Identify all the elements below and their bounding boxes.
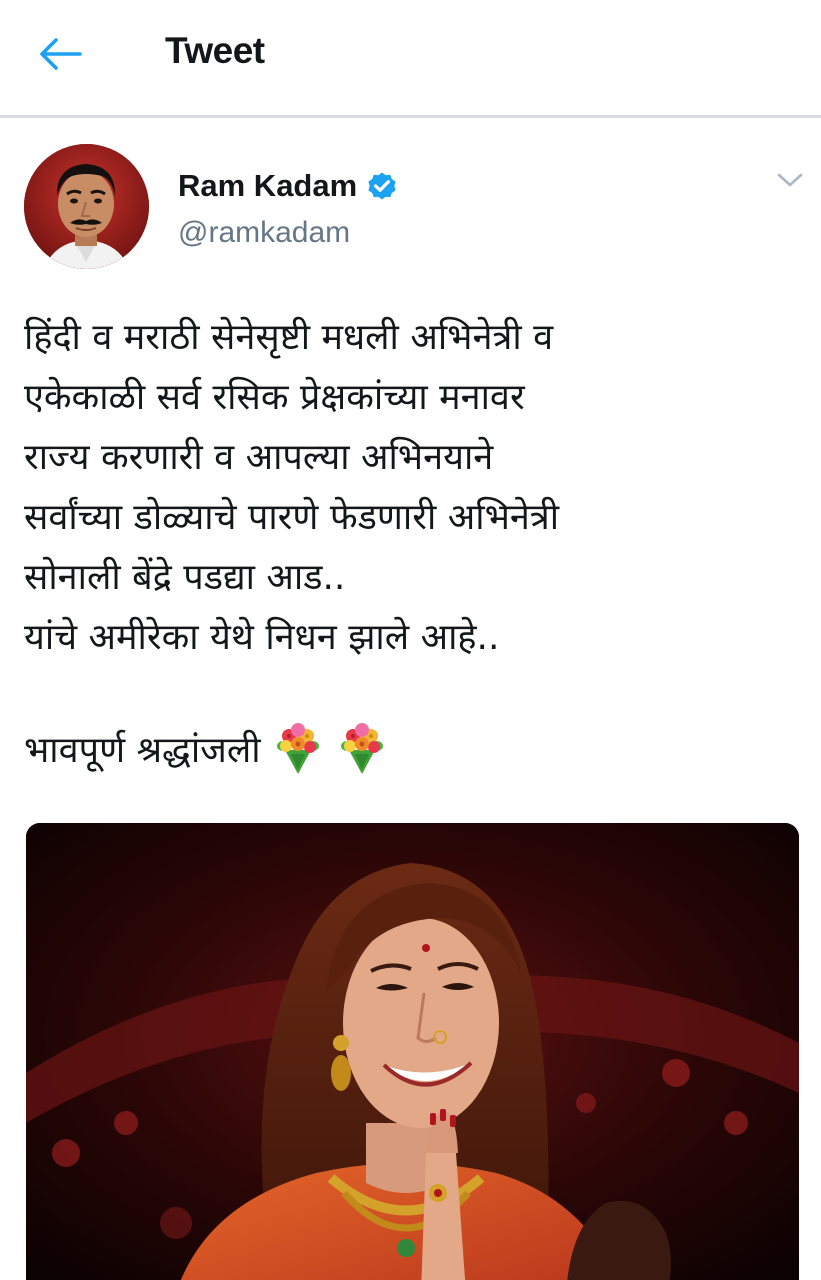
avatar[interactable] xyxy=(24,144,149,269)
tribute-text: भावपूर्ण श्रद्धांजली xyxy=(24,729,261,771)
author-handle[interactable]: @ramkadam xyxy=(178,216,350,250)
avatar-photo xyxy=(24,144,149,269)
tweet-menu-button[interactable] xyxy=(770,166,810,196)
woman-namaste-photo xyxy=(26,823,799,1280)
bouquet-icon xyxy=(340,723,383,774)
back-button[interactable] xyxy=(30,26,90,82)
tribute-line: भावपूर्ण श्रद्धांजली xyxy=(24,720,389,776)
tweet: Ram Kadam @ramkadam हिंदी व मराठी सेनेसृ… xyxy=(0,118,821,1280)
tweet-text-line: राज्य करणारी व आपल्या अभिनयाने xyxy=(24,437,494,478)
tweet-text-line: सोनाली बेंद्रे पडद्या आड.. xyxy=(24,557,346,598)
tweet-media-photo[interactable] xyxy=(26,823,799,1280)
tweet-body: हिंदी व मराठी सेनेसृष्टी मधली अभिनेत्री … xyxy=(24,308,804,668)
tweet-text-line: एकेकाळी सर्व रसिक प्रेक्षकांच्या मनावर xyxy=(24,377,525,418)
tweet-text-line: सर्वांच्या डोळ्याचे पारणे फेडणारी अभिनेत… xyxy=(24,497,560,538)
verified-badge-icon xyxy=(368,172,396,200)
tweet-text-line: यांचे अमीरेका येथे निधन झाले आहे.. xyxy=(24,617,500,658)
chevron-down-icon xyxy=(777,173,803,187)
top-app-bar: Tweet xyxy=(0,0,821,118)
bouquet-icon xyxy=(276,723,319,774)
tweet-detail-screen: Tweet Ram Kadam @ramkadam हिंदी व मराठी … xyxy=(0,0,821,1280)
tweet-text-line: हिंदी व मराठी सेनेसृष्टी मधली अभिनेत्री … xyxy=(24,317,554,358)
arrow-left-icon xyxy=(40,38,82,70)
author-name-row[interactable]: Ram Kadam xyxy=(178,168,399,204)
author-name: Ram Kadam xyxy=(178,168,358,203)
page-title: Tweet xyxy=(165,30,265,71)
